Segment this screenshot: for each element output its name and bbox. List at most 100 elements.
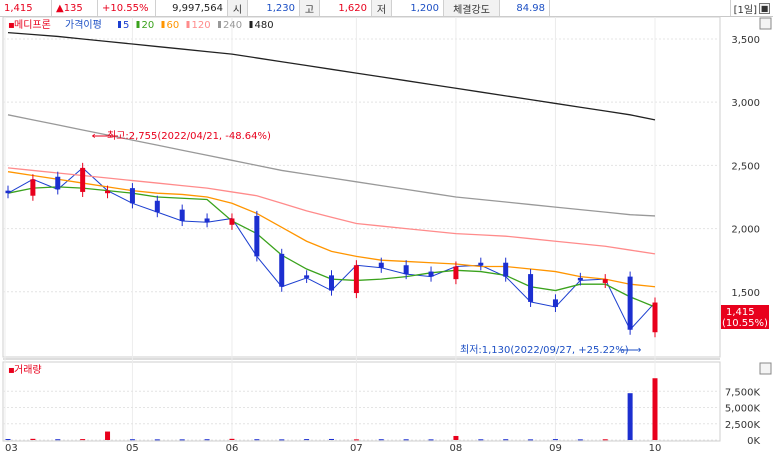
candle-body [627, 276, 633, 330]
date-axis-label: 09 [549, 443, 562, 454]
date-axis-label: 08 [450, 443, 463, 454]
candle-body [179, 209, 185, 221]
volume-panel [2, 361, 721, 442]
candle-body [378, 262, 384, 268]
price-axis-label: 2,000 [731, 225, 760, 236]
volume-bar [577, 439, 583, 441]
date-axis: 03 05 06 07 08 09 10 [5, 443, 661, 454]
volume-bar [229, 438, 235, 440]
volume-bar [528, 439, 534, 441]
volume-bar [378, 439, 384, 441]
low-annotation-label: 최저:1,130(2022/09/27, +25.22%) [460, 344, 629, 356]
volume-axis-label: 5,000K [725, 404, 761, 415]
volume-bar [403, 439, 409, 441]
ma-legend-swatch [218, 21, 221, 28]
volume-bar [80, 439, 86, 441]
candle-body [577, 277, 583, 281]
candle-body [353, 265, 359, 294]
candle-body [329, 275, 334, 291]
volume-bar [478, 439, 484, 441]
current-price-tag-value: 1,415 [726, 307, 755, 318]
low-annotation: 최저:1,130(2022/09/27, +25.22%) → [460, 344, 641, 356]
candle-body [304, 275, 310, 278]
ma-legend-swatch [186, 21, 190, 28]
volume-bar [30, 438, 36, 440]
candle-body [503, 262, 509, 277]
volume-bar [179, 439, 185, 441]
price-axis-label: 1,500 [731, 288, 760, 299]
volume-bar [129, 439, 135, 441]
legend-ma-title: 가격이평 [65, 18, 102, 31]
volume-bar [503, 439, 509, 441]
high-annotation: ← 최고:2,755(2022/04/21, -48.64%) [92, 130, 271, 142]
candle-body [80, 167, 86, 192]
candle-body [279, 253, 285, 287]
volume-bar [602, 439, 608, 441]
ma-legend-swatch [136, 21, 140, 28]
candle-body [552, 299, 558, 307]
legend-stock-name: 메디프론 [14, 19, 51, 31]
volume-bar [329, 438, 334, 440]
high-annotation-label: 최고:2,755(2022/04/21, -48.64%) [107, 130, 271, 142]
volume-bar [5, 439, 11, 441]
volume-bar [652, 378, 658, 440]
current-price-tag: 1,415 (10.55%) [721, 305, 769, 329]
ma-legend-swatch [161, 21, 165, 28]
price-axis: 3,500 3,000 2,500 2,000 1,500 [731, 35, 760, 299]
volume-bar [627, 393, 633, 440]
candle-body [428, 271, 434, 277]
candle-body [30, 179, 36, 196]
ma-legend-label: 480 [255, 20, 274, 31]
price-axis-label: 2,500 [731, 161, 760, 172]
price-axis-label: 3,500 [731, 35, 760, 46]
volume-bar [304, 439, 310, 441]
current-price-tag-percent: (10.55%) [722, 318, 768, 329]
date-axis-label: 07 [350, 443, 363, 454]
volume-bar [204, 439, 210, 441]
volume-bar [428, 439, 434, 441]
volume-axis-label: 7,500K [725, 387, 761, 398]
candle-body [254, 215, 260, 257]
candle-body [453, 266, 459, 280]
volume-axis: 7,500K 5,000K 2,500K 0K [725, 387, 761, 447]
low-arrow-head: → [633, 345, 641, 356]
date-axis-label: 03 [5, 443, 18, 454]
volume-scroll-button[interactable] [759, 362, 772, 375]
candle-body [129, 188, 135, 204]
chart-scroll-up-button[interactable] [759, 17, 772, 30]
volume-bar [154, 439, 160, 441]
candle-body [5, 190, 11, 194]
candle-body [105, 190, 111, 194]
candle-body [478, 262, 484, 266]
candle-body [652, 302, 658, 333]
chart-legend: ▪ 메디프론 가격이평 5 20 60 120 240 480 [8, 18, 274, 31]
date-axis-label: 06 [226, 443, 239, 454]
date-axis-label: 05 [126, 443, 139, 454]
volume-bar [254, 439, 260, 441]
volume-bar [105, 431, 111, 440]
date-axis-label: 10 [649, 443, 662, 454]
price-axis-label: 3,000 [731, 98, 760, 109]
candle-body [602, 279, 608, 283]
volume-panel-title: 거래량 [14, 364, 42, 376]
ma-legend-label: 240 [223, 20, 242, 31]
volume-axis-label: 0K [747, 436, 760, 447]
ma-legend-swatch [118, 21, 121, 28]
ma-legend-label: 5 [123, 20, 129, 31]
candle-body [154, 200, 160, 213]
ma-legend-label: 20 [142, 20, 155, 31]
volume-bar [55, 439, 61, 441]
candle-body [55, 176, 61, 190]
volume-bar [552, 439, 558, 441]
stock-chart[interactable]: 3,500 3,000 2,500 2,000 1,500 7,500K 5,000K 2,… [0, 0, 773, 454]
ma-legend-label: 120 [192, 20, 211, 31]
volume-bar [453, 435, 459, 440]
volume-axis-label: 2,500K [725, 420, 761, 431]
volume-bar [279, 439, 285, 441]
ma-legend-label: 60 [167, 20, 180, 31]
candle-body [204, 218, 210, 223]
candle-body [528, 274, 534, 302]
high-arrow-head: ← [92, 131, 100, 142]
volume-bar [353, 439, 359, 441]
candle-body [403, 265, 409, 275]
